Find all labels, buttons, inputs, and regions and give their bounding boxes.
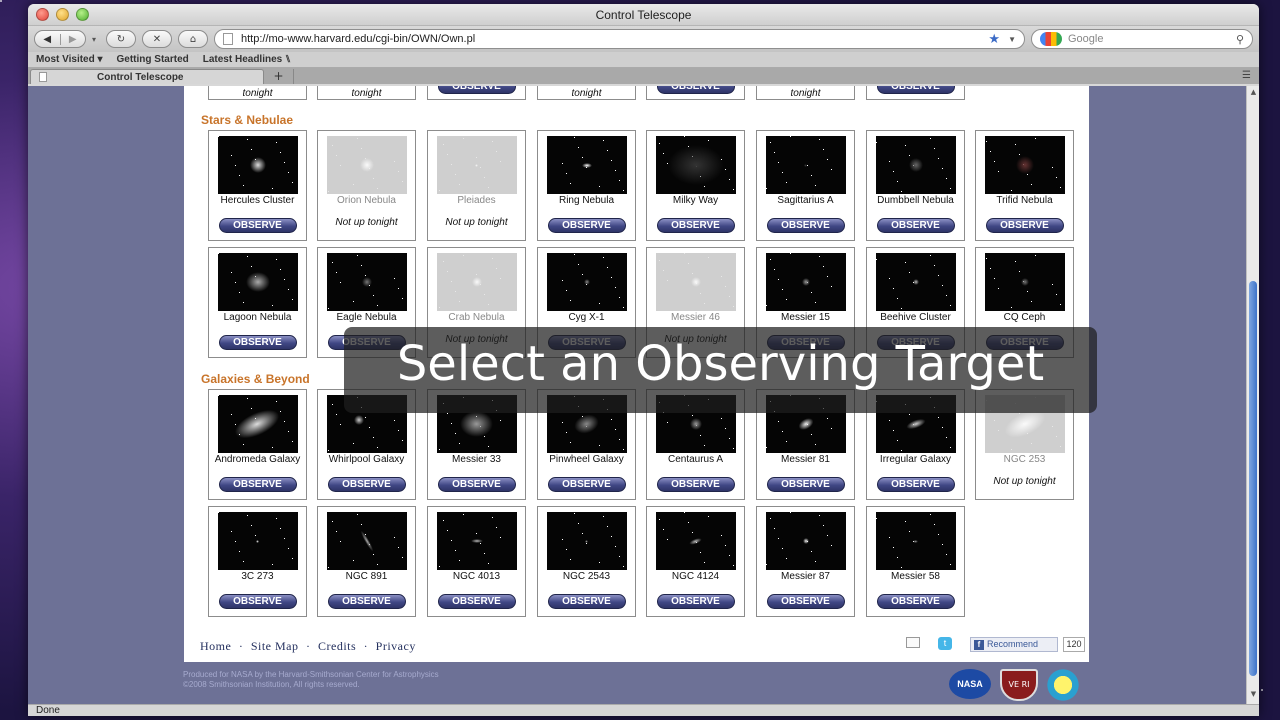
- stop-button[interactable]: ✕: [142, 30, 172, 48]
- page-icon: [223, 33, 233, 45]
- search-bar[interactable]: Google ⚲: [1031, 29, 1253, 49]
- address-bar[interactable]: http://mo-www.harvard.edu/cgi-bin/OWN/Ow…: [214, 29, 1025, 49]
- url-dropdown-icon[interactable]: ▼: [1008, 35, 1016, 44]
- tab-page-icon: [39, 72, 47, 82]
- forward-button[interactable]: ▶: [59, 33, 86, 45]
- tab-control-telescope[interactable]: Control Telescope: [30, 69, 264, 84]
- url-text[interactable]: http://mo-www.harvard.edu/cgi-bin/OWN/Ow…: [241, 33, 980, 45]
- tab-list-icon[interactable]: ☰: [1242, 70, 1251, 81]
- history-dropdown-icon[interactable]: ▾: [92, 35, 100, 44]
- reload-icon: ↻: [116, 33, 126, 45]
- title-bar: Control Telescope: [28, 4, 1259, 26]
- home-icon: ⌂: [189, 33, 197, 45]
- home-button[interactable]: ⌂: [178, 30, 208, 48]
- desktop-star: [1261, 689, 1263, 691]
- stop-icon: ✕: [152, 33, 162, 45]
- minimize-window-button[interactable]: [56, 8, 69, 21]
- desktop-star: [0, 0, 2, 2]
- tab-title: Control Telescope: [97, 71, 184, 83]
- search-icon[interactable]: ⚲: [1236, 33, 1244, 46]
- bookmark-getting-started[interactable]: Getting Started: [117, 54, 189, 65]
- back-button[interactable]: ◀: [35, 34, 60, 45]
- bookmark-star-icon[interactable]: ★: [988, 31, 1000, 47]
- browser-window: Control Telescope ◀ ▶ ▾ ↻ ✕ ⌂ http://mo-…: [28, 4, 1259, 716]
- reload-button[interactable]: ↻: [106, 30, 136, 48]
- bookmark-latest-headlines[interactable]: Latest Headlines ⑊: [203, 54, 291, 65]
- new-tab-button[interactable]: +: [264, 69, 294, 84]
- tab-bar: Control Telescope + ☰: [28, 68, 1259, 84]
- google-engine-icon[interactable]: [1040, 32, 1062, 46]
- bookmark-most-visited[interactable]: Most Visited ▾: [36, 54, 103, 65]
- window-title: Control Telescope: [595, 8, 692, 22]
- window-controls: [36, 8, 89, 21]
- zoom-window-button[interactable]: [76, 8, 89, 21]
- back-forward-buttons: ◀ ▶: [34, 30, 86, 48]
- search-placeholder[interactable]: Google: [1068, 33, 1230, 45]
- close-window-button[interactable]: [36, 8, 49, 21]
- navigation-toolbar: ◀ ▶ ▾ ↻ ✕ ⌂ http://mo-www.harvard.edu/cg…: [28, 26, 1259, 52]
- bookmarks-toolbar: Most Visited ▾ Getting Started Latest He…: [28, 52, 1259, 68]
